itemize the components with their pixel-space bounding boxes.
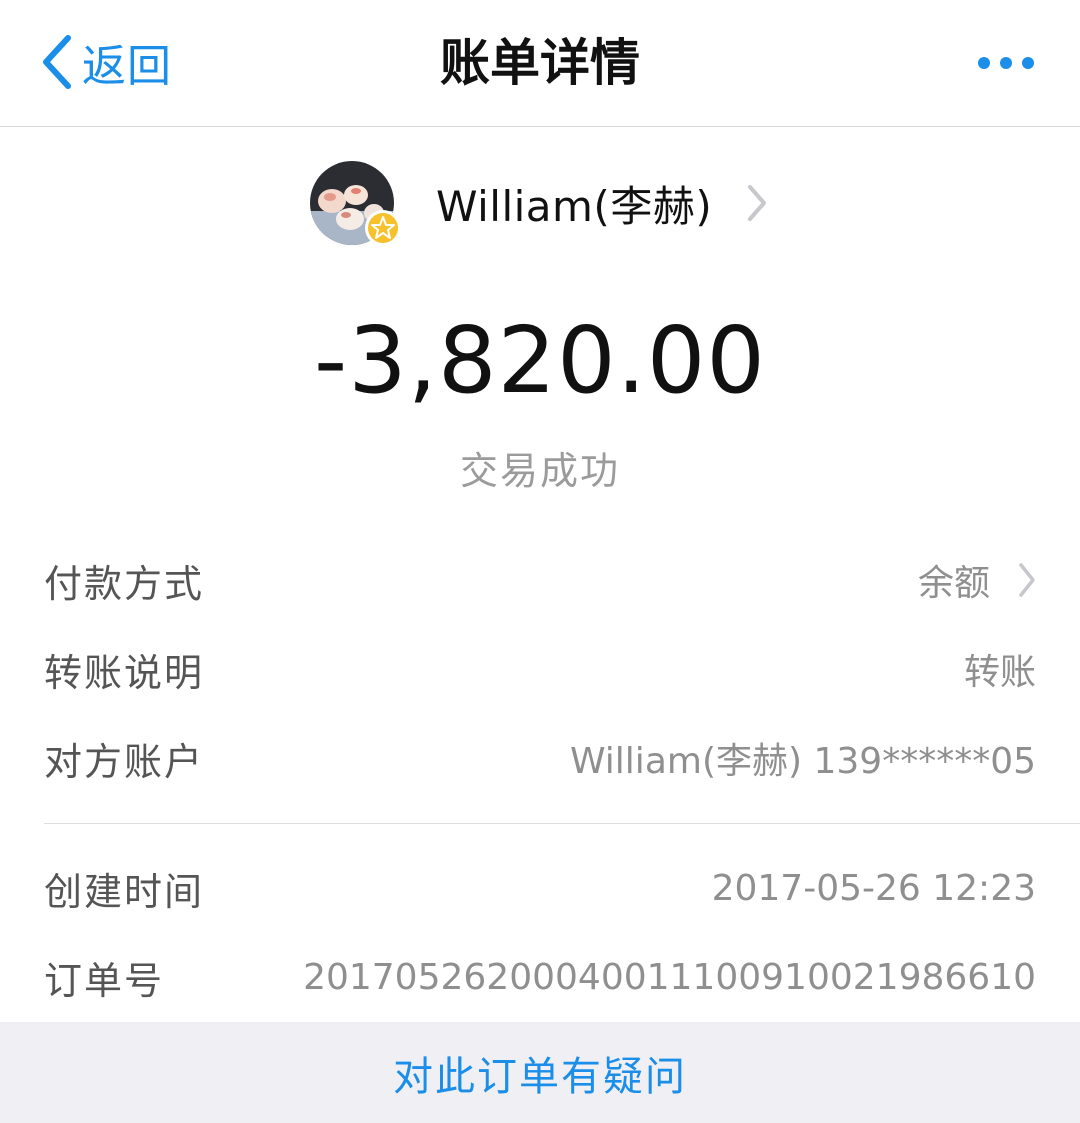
- chevron-right-icon: [748, 185, 767, 221]
- transaction-amount: -3,820.00: [314, 307, 766, 414]
- page-title: 账单详情: [440, 34, 640, 92]
- divider: [44, 823, 1080, 824]
- payee-row[interactable]: William(李赫): [310, 160, 768, 246]
- more-icon[interactable]: [976, 52, 1036, 74]
- payment-method-value-wrap: 余额: [918, 554, 1036, 606]
- footer-bar: 对此订单有疑问: [0, 1022, 1080, 1123]
- order-number-value: 20170526200040011100910021986610: [303, 956, 1036, 998]
- payment-method-label: 付款方式: [44, 561, 205, 606]
- navigation-bar: 返回 账单详情: [0, 0, 1080, 127]
- transfer-note-value: 转账: [963, 652, 1036, 693]
- counterparty-value: William(李赫) 139******05: [570, 741, 1036, 782]
- payee-name: William(李赫): [436, 181, 713, 231]
- transfer-note-row: 转账说明 转账: [44, 639, 1036, 699]
- created-time-label: 创建时间: [44, 869, 205, 914]
- chevron-right-icon: [1019, 563, 1035, 597]
- order-question-link[interactable]: 对此订单有疑问: [393, 1044, 687, 1102]
- counterparty-label: 对方账户: [44, 739, 205, 784]
- order-number-label: 订单号: [44, 958, 165, 1003]
- avatar: [310, 161, 401, 246]
- order-number-row: 订单号 20170526200040011100910021986610: [44, 947, 1036, 1007]
- transfer-note-label: 转账说明: [44, 650, 205, 695]
- created-time-row: 创建时间 2017-05-26 12:23: [44, 858, 1036, 918]
- payment-method-value: 余额: [917, 563, 990, 604]
- star-badge-icon: [365, 210, 401, 246]
- transaction-status: 交易成功: [459, 449, 620, 493]
- created-time-value: 2017-05-26 12:23: [711, 867, 1036, 909]
- counterparty-row: 对方账户 William(李赫) 139******05: [44, 728, 1036, 788]
- payment-method-row[interactable]: 付款方式 余额: [44, 550, 1036, 610]
